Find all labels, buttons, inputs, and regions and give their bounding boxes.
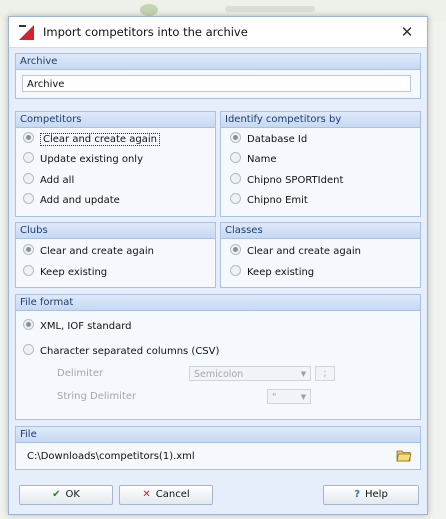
competitors-option-update[interactable]: Update existing only (23, 152, 143, 166)
identify-header: Identify competitors by (221, 112, 420, 128)
classes-header: Classes (221, 223, 420, 239)
classes-option-keep[interactable]: Keep existing (230, 265, 314, 279)
ok-button[interactable]: ✔ OK (19, 485, 113, 505)
radio-selected-icon (230, 244, 241, 255)
close-icon: ✕ (400, 23, 414, 41)
archive-header: Archive (16, 54, 420, 70)
identify-option-name[interactable]: Name (230, 152, 277, 166)
cancel-button[interactable]: ✕ Cancel (119, 485, 213, 505)
import-competitors-dialog: Import competitors into the archive ✕ Ar… (8, 16, 428, 515)
checkmark-icon: ✔ (52, 489, 61, 500)
format-option-xml[interactable]: XML, IOF standard (23, 319, 132, 333)
clubs-header: Clubs (16, 223, 215, 239)
classes-group: Classes Clear and create again Keep exis… (220, 222, 421, 288)
string-delimiter-label: String Delimiter (57, 391, 137, 402)
file-group: File C:\Downloads\competitors(1).xml (15, 426, 421, 470)
chevron-down-icon: ▼ (300, 370, 307, 378)
delimiter-char-input[interactable]: ; (315, 366, 335, 381)
radio-selected-icon (23, 244, 34, 255)
radio-icon (230, 265, 241, 276)
help-icon: ? (354, 489, 360, 500)
folder-open-icon[interactable] (396, 449, 412, 462)
format-option-csv[interactable]: Character separated columns (CSV) (23, 344, 219, 358)
background-blur-mark (225, 6, 315, 12)
dialog-title: Import competitors into the archive (43, 25, 248, 39)
competitors-header: Competitors (16, 112, 215, 128)
radio-selected-icon (23, 319, 34, 330)
background-blur-mark (140, 4, 158, 16)
archive-group: Archive Archive (15, 53, 421, 99)
radio-icon (23, 344, 34, 355)
radio-icon (23, 193, 34, 204)
clubs-option-keep[interactable]: Keep existing (23, 265, 107, 279)
radio-icon (230, 173, 241, 184)
help-button[interactable]: ? Help (323, 485, 419, 505)
radio-selected-icon (230, 132, 241, 143)
file-format-group: File format XML, IOF standard Character … (15, 294, 421, 420)
radio-selected-icon (23, 132, 34, 143)
identify-group: Identify competitors by Database Id Name… (220, 111, 421, 217)
clubs-option-clear[interactable]: Clear and create again (23, 244, 154, 258)
file-header: File (16, 427, 420, 443)
competitors-option-add-all[interactable]: Add all (23, 173, 74, 187)
radio-icon (230, 193, 241, 204)
archive-name-input[interactable]: Archive (22, 75, 411, 92)
chevron-down-icon: ▼ (300, 393, 307, 401)
string-delimiter-select[interactable]: " ▼ (267, 389, 311, 404)
title-bar: Import competitors into the archive ✕ (9, 17, 427, 48)
classes-option-clear[interactable]: Clear and create again (230, 244, 361, 258)
radio-icon (23, 265, 34, 276)
delimiter-label: Delimiter (57, 368, 104, 379)
delimiter-select[interactable]: Semicolon ▼ (189, 366, 311, 381)
competitors-option-clear[interactable]: Clear and create again (23, 132, 160, 146)
file-path-input[interactable]: C:\Downloads\competitors(1).xml (22, 447, 385, 464)
identify-option-database-id[interactable]: Database Id (230, 132, 307, 146)
radio-icon (230, 152, 241, 163)
app-logo-icon (18, 24, 36, 41)
identify-option-emit[interactable]: Chipno Emit (230, 193, 308, 207)
close-button[interactable]: ✕ (394, 20, 420, 44)
cancel-x-icon: ✕ (142, 489, 151, 500)
identify-option-sportident[interactable]: Chipno SPORTIdent (230, 173, 343, 187)
radio-icon (23, 173, 34, 184)
competitors-group: Competitors Clear and create again Updat… (15, 111, 216, 217)
radio-icon (23, 152, 34, 163)
clubs-group: Clubs Clear and create again Keep existi… (15, 222, 216, 288)
competitors-option-add-update[interactable]: Add and update (23, 193, 120, 207)
file-format-header: File format (16, 295, 420, 311)
